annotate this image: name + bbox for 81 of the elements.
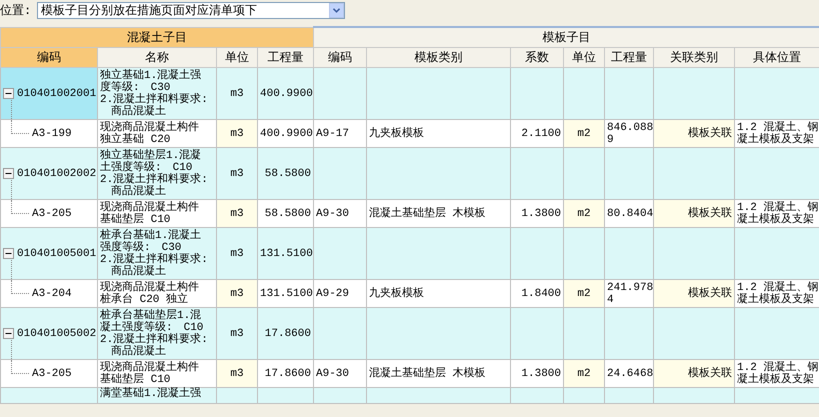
table-cell: 131.5100 [260,288,313,300]
table-cell: 17.8600 [264,328,311,340]
table-cell: 58.5800 [264,168,311,180]
column-header: 模板类别 [366,48,510,68]
column-header: 具体位置 [734,48,819,68]
table-cell: m2 [577,368,591,380]
table-cell: A3-205 [32,208,72,220]
table-cell: 010401005002 [17,328,96,340]
table-cell: 混凝土基础垫层 木模板 [369,208,486,220]
column-header: 编码 [314,48,366,68]
table-cell: 17.8600 [264,368,311,380]
table-cell: 400.9900 [260,128,313,140]
column-header: 编码 [0,48,98,68]
table-cell: m3 [230,128,244,140]
collapse-icon[interactable] [3,168,14,179]
position-select[interactable]: 模板子目分别放在措施页面对应清单项下 [37,2,346,18]
column-header: 系数 [510,48,564,68]
table-cell: 1.8400 [521,288,561,300]
table-cell: 24.6468 [607,368,654,380]
table-cell: A3-199 [32,128,72,140]
table-cell-text: 独立基础1.混凝土强 度等级: C30 2.混凝土拌和料要求: 商品混凝土 [100,70,209,118]
table-cell: m3 [230,208,244,220]
table-cell-text: 现浇商品混凝土构件 独立基础 C20 [100,122,200,146]
table-cell: 1.2 混凝土、钢 凝土模板及支架 [737,362,819,386]
table-cell: m2 [577,208,591,220]
column-header: 关联类别 [654,48,734,68]
table-cell: m2 [577,128,591,140]
table-cell: 1.2 混凝土、钢 凝土模板及支架 [737,122,819,146]
table-cell: 131.5100 [260,248,313,260]
group-header: 模板子目 [314,27,819,48]
table-cell: 九夹板模板 [369,128,424,140]
table-cell-text: 241.978 4 [607,282,654,306]
table-cell-text: 现浇商品混凝土构件 基础垫层 C10 [100,362,200,386]
table-cell: m3 [230,168,244,180]
table-cell: 1.3800 [521,368,561,380]
table-cell: 模板关联 [688,368,732,380]
position-label: 位置: [0,2,32,18]
table-cell: m3 [230,328,244,340]
column-header: 工程量 [604,48,654,68]
table-cell: 58.5800 [264,208,311,220]
table-cell-text: 桩承台基础垫层1.混 凝土强度等级: C10 2.混凝土拌和料要求: 商品混凝土 [100,310,209,358]
table-cell: A9-30 [316,208,350,220]
table-cell: 010401005001 [17,248,96,260]
table-cell: 模板关联 [688,208,732,220]
table-cell: 400.9900 [260,88,313,100]
table-cell: 混凝土基础垫层 木模板 [369,368,486,380]
table-cell-text: 现浇商品混凝土构件 桩承台 C20 独立 [100,282,200,306]
collapse-icon[interactable] [3,328,14,339]
table-cell: A9-29 [316,288,350,300]
table-cell: m2 [577,288,591,300]
table-cell: A3-205 [32,368,72,380]
table-cell-text: 桩承台基础1.混凝土 强度等级: C30 2.混凝土拌和料要求: 商品混凝土 [100,230,209,278]
table-cell: 九夹板模板 [369,288,424,300]
table-cell: 1.2 混凝土、钢 凝土模板及支架 [737,282,819,306]
table-cell: 010401002001 [17,88,96,100]
table-cell: m3 [230,248,244,260]
table-cell: m3 [230,288,244,300]
chevron-down-icon[interactable] [329,2,344,18]
table-cell-text: 独立基础垫层1.混凝 土强度等级: C10 2.混凝土拌和料要求: 商品混凝土 [100,150,209,198]
collapse-icon[interactable] [3,88,14,99]
table-cell: 1.3800 [521,208,561,220]
table-cell: m3 [230,368,244,380]
table-cell: 010401002002 [17,168,96,180]
table-cell-text: 满堂基础1.混凝土强 [100,388,202,400]
table-cell-text: 846.088 9 [607,122,654,146]
table-cell: m3 [230,88,244,100]
group-header: 混凝土子目 [0,27,314,48]
column-header: 工程量 [258,48,314,68]
table-cell: 模板关联 [688,288,732,300]
table-cell: A9-30 [316,368,350,380]
collapse-icon[interactable] [3,248,14,259]
table-cell: 80.8404 [607,208,654,220]
table-cell-text: 现浇商品混凝土构件 基础垫层 C10 [100,202,200,226]
column-header: 名称 [98,48,216,68]
table-cell: A3-204 [32,288,72,300]
table-cell: 1.2 混凝土、钢 凝土模板及支架 [737,202,819,226]
table-cell: 2.1100 [521,128,561,140]
table-cell: 模板关联 [688,128,732,140]
table-cell: A9-17 [316,128,350,140]
column-header: 单位 [564,48,604,68]
column-header: 单位 [216,48,258,68]
